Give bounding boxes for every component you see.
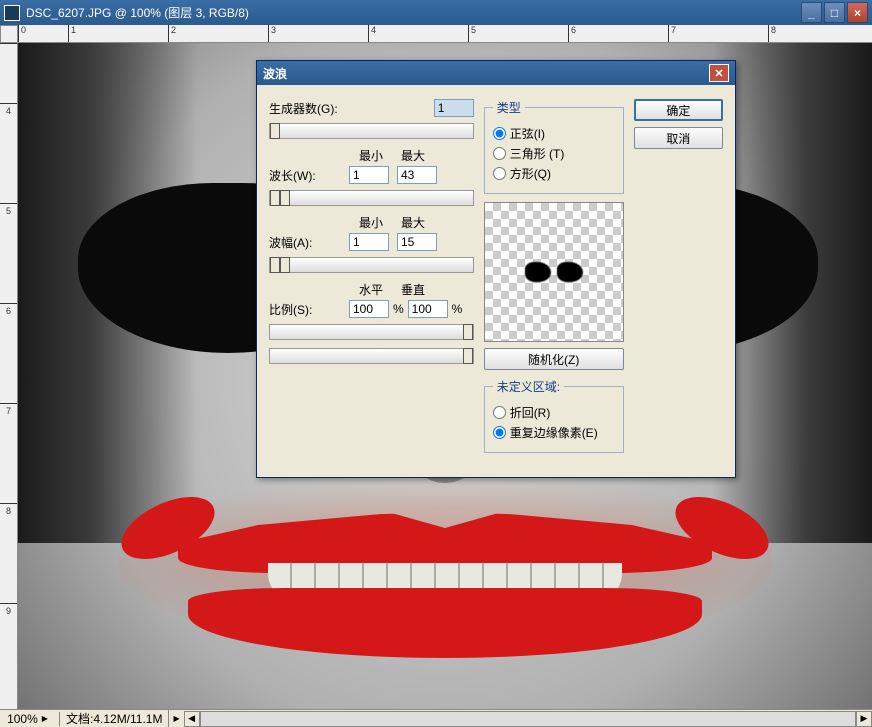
ruler-tick: 8 <box>0 503 17 603</box>
min-label: 最小 <box>359 147 383 164</box>
generators-slider[interactable] <box>269 123 474 139</box>
dialog-title: 波浪 <box>263 65 287 82</box>
horiz-label: 水平 <box>359 281 383 298</box>
wavelength-slider[interactable] <box>269 190 474 206</box>
dialog-middle: 类型 正弦(I) 三角形 (T) 方形(Q) 随机化(Z) 未定义区域: 折回(… <box>484 99 624 461</box>
max-label: 最大 <box>401 147 425 164</box>
scroll-track[interactable] <box>200 711 856 727</box>
window-title: DSC_6207.JPG @ 100% (图层 3, RGB/8) <box>26 4 799 21</box>
ruler-tick: 6 <box>0 303 17 403</box>
dialog-close-button[interactable]: ✕ <box>709 64 729 82</box>
close-button[interactable]: × <box>847 2 868 23</box>
cancel-button[interactable]: 取消 <box>634 127 723 149</box>
type-sine-radio[interactable] <box>493 127 506 140</box>
wavelength-max-input[interactable] <box>397 166 437 184</box>
maximize-button[interactable]: □ <box>824 2 845 23</box>
amplitude-slider[interactable] <box>269 257 474 273</box>
ruler-tick: 0 <box>18 25 68 42</box>
dialog-actions: 确定 取消 <box>634 99 723 461</box>
window-titlebar: DSC_6207.JPG @ 100% (图层 3, RGB/8) _ □ × <box>0 0 872 25</box>
scale-vert-slider[interactable] <box>269 348 474 364</box>
scale-label: 比例(S): <box>269 301 349 318</box>
ruler-corner <box>0 25 18 43</box>
ok-button[interactable]: 确定 <box>634 99 723 121</box>
ruler-tick: 9 <box>0 603 17 703</box>
vert-label: 垂直 <box>401 281 425 298</box>
ruler-tick: 3 <box>268 25 368 42</box>
ruler-tick: 8 <box>768 25 868 42</box>
ruler-tick <box>0 43 17 103</box>
scale-vert-input[interactable] <box>408 300 448 318</box>
generators-input[interactable] <box>434 99 474 117</box>
undefined-legend: 未定义区域: <box>493 378 564 395</box>
ruler-tick: 6 <box>568 25 668 42</box>
scale-horiz-slider[interactable] <box>269 324 474 340</box>
minimize-button[interactable]: _ <box>801 2 822 23</box>
dialog-titlebar[interactable]: 波浪 ✕ <box>257 61 735 85</box>
ruler-tick: 7 <box>0 403 17 503</box>
ruler-tick: 5 <box>468 25 568 42</box>
ruler-tick: 2 <box>168 25 268 42</box>
preview-blob <box>557 262 583 282</box>
wavelength-label: 波长(W): <box>269 167 349 184</box>
min-label: 最小 <box>359 214 383 231</box>
status-bar: 100%▶ 文档:4.12M/11.1M ▶ ◀ ▶ <box>0 709 872 727</box>
info-arrow-icon[interactable]: ▶ <box>169 714 183 723</box>
scroll-right-button[interactable]: ▶ <box>856 711 872 727</box>
amplitude-min-input[interactable] <box>349 233 389 251</box>
wavelength-min-input[interactable] <box>349 166 389 184</box>
type-square-radio[interactable] <box>493 167 506 180</box>
amplitude-max-input[interactable] <box>397 233 437 251</box>
type-fieldset: 类型 正弦(I) 三角形 (T) 方形(Q) <box>484 99 624 194</box>
max-label: 最大 <box>401 214 425 231</box>
type-legend: 类型 <box>493 99 525 116</box>
amplitude-label: 波幅(A): <box>269 234 349 251</box>
ruler-tick: 4 <box>368 25 468 42</box>
scale-horiz-input[interactable] <box>349 300 389 318</box>
ruler-tick: 4 <box>0 103 17 203</box>
ruler-tick: 7 <box>668 25 768 42</box>
ruler-horizontal: 0 1 2 3 4 5 6 7 8 <box>18 25 872 43</box>
preview-pane <box>484 202 624 342</box>
repeat-edge-radio[interactable] <box>493 426 506 439</box>
ruler-vertical: 4 5 6 7 8 9 <box>0 43 18 709</box>
zoom-level[interactable]: 100%▶ <box>0 712 60 726</box>
app-icon <box>4 5 20 21</box>
ruler-tick: 5 <box>0 203 17 303</box>
undefined-area-fieldset: 未定义区域: 折回(R) 重复边缘像素(E) <box>484 378 624 453</box>
randomize-button[interactable]: 随机化(Z) <box>484 348 624 370</box>
image-mouth <box>118 473 772 673</box>
wrap-radio[interactable] <box>493 406 506 419</box>
type-triangle-radio[interactable] <box>493 147 506 160</box>
preview-blob <box>525 262 551 282</box>
dialog-controls: 生成器数(G): 最小 最大 波长(W): 最小 最大 波幅(A): <box>269 99 474 461</box>
generators-label: 生成器数(G): <box>269 100 349 117</box>
ruler-tick: 1 <box>68 25 168 42</box>
scroll-left-button[interactable]: ◀ <box>184 711 200 727</box>
wave-dialog: 波浪 ✕ 生成器数(G): 最小 最大 波长(W): <box>256 60 736 478</box>
doc-info: 文档:4.12M/11.1M <box>60 710 169 727</box>
